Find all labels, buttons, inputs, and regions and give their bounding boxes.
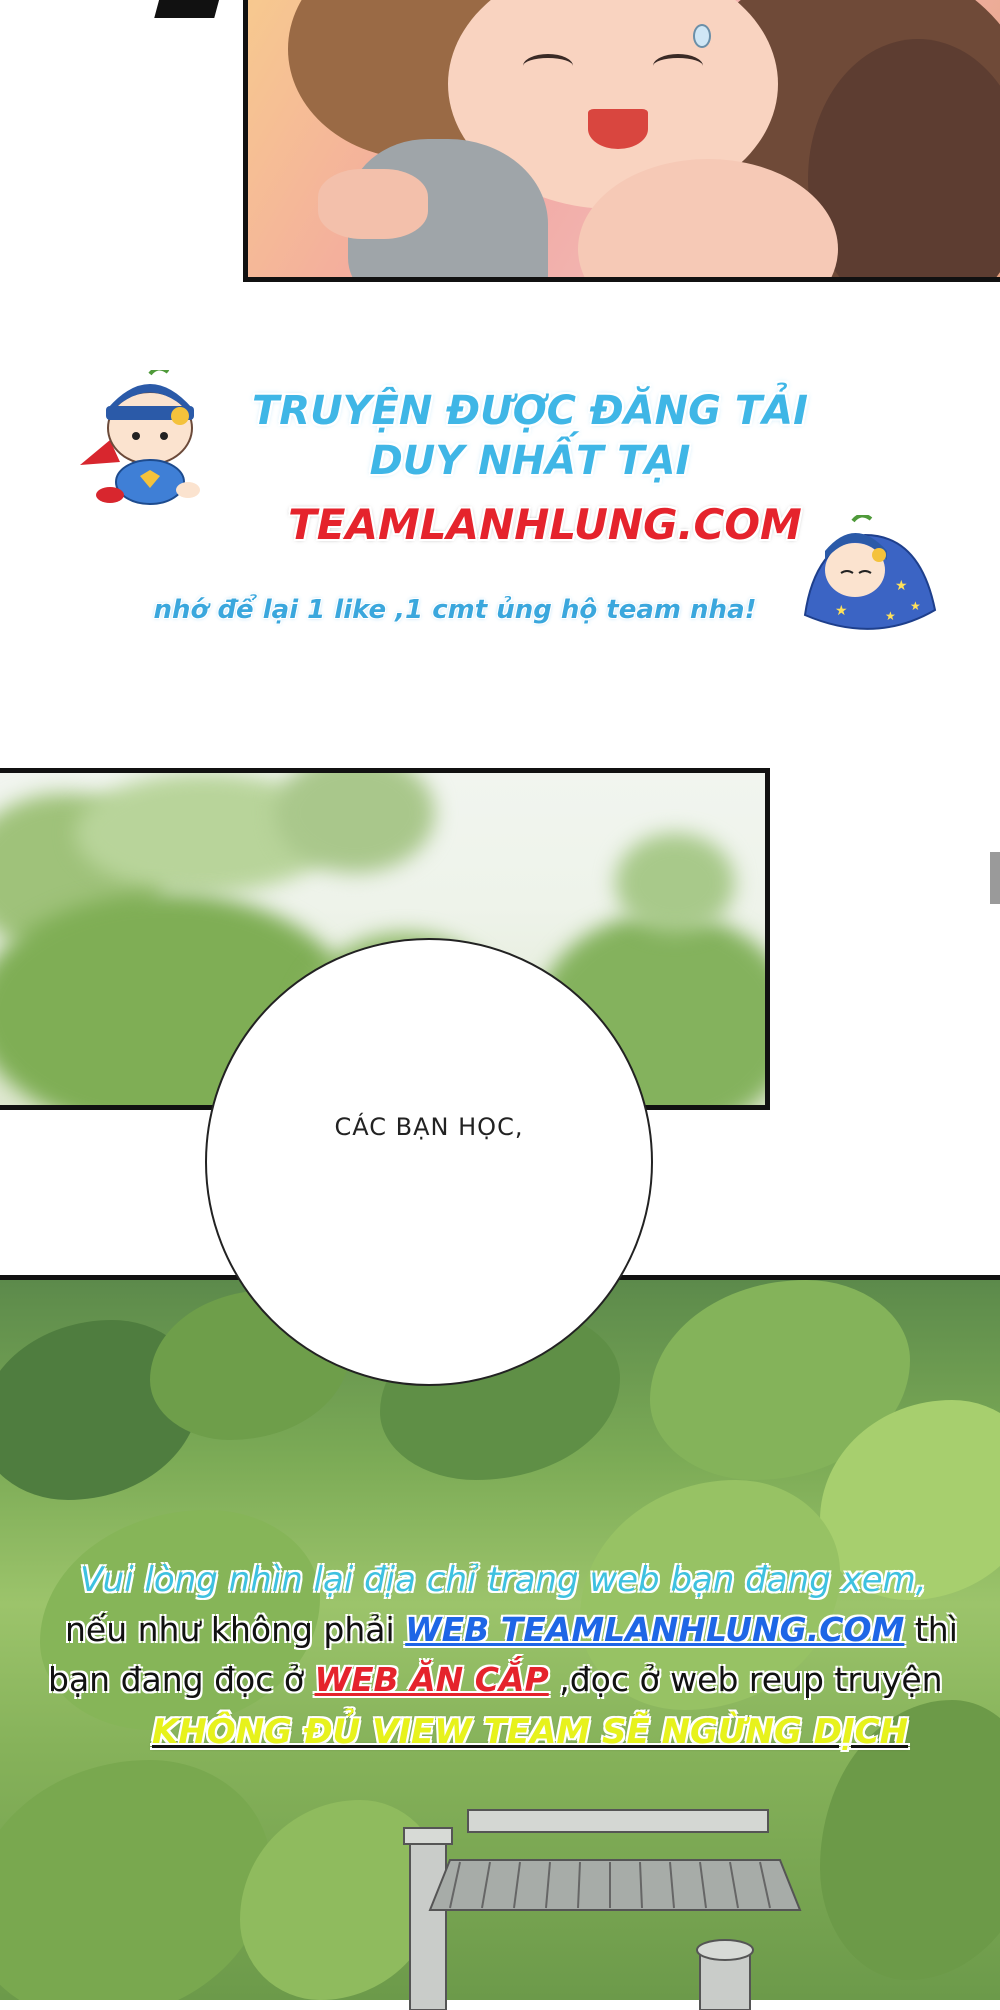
credit-site-link[interactable]: TEAMLANHLUNG.COM <box>275 500 815 549</box>
svg-text:★: ★ <box>895 578 908 594</box>
foliage-shape <box>0 1760 270 2000</box>
stone-gate-illustration <box>403 1809 802 2010</box>
hand-shape <box>318 169 428 239</box>
notice-line-2-suffix: thì <box>904 1610 958 1649</box>
stolen-site-label: WEB ĂN CẮP <box>314 1660 549 1699</box>
notice-line-3-suffix: ,đọc ở web reup truyện <box>548 1660 943 1699</box>
foliage-shape <box>615 833 735 933</box>
closed-eye-icon <box>653 54 703 78</box>
open-mouth-shape <box>588 109 648 149</box>
chibi-superhero-mascot-icon <box>80 370 200 505</box>
credit-note: nhớ để lại 1 like ,1 cmt ủng hộ team nha… <box>153 595 757 625</box>
credit-line-1: TRUYỆN ĐƯỢC ĐĂNG TẢI <box>252 388 808 434</box>
comic-panel-character <box>243 0 1000 282</box>
scanlation-credit-block: TRUYỆN ĐƯỢC ĐĂNG TẢI DUY NHẤT TẠI TEAMLA… <box>80 350 960 650</box>
notice-line-1: Vui lòng nhìn lại địa chỉ trang web bạn … <box>80 1560 927 1600</box>
notice-line-3-prefix: bạn đang đọc ở <box>48 1660 315 1699</box>
svg-text:★: ★ <box>835 603 848 619</box>
official-site-link[interactable]: WEB TEAMLANHLUNG.COM <box>405 1610 904 1649</box>
reup-warning-notice: Vui lòng nhìn lại địa chỉ trang web bạn … <box>0 1550 1000 1752</box>
notice-line-4: KHÔNG ĐỦ VIEW TEAM SẼ NGỪNG DỊCH <box>152 1712 909 1752</box>
svg-text:★: ★ <box>910 599 921 613</box>
chibi-sleeping-mascot-icon: ★ ★ ★ ★ <box>803 515 937 630</box>
svg-text:★: ★ <box>885 609 896 623</box>
notice-line-2: nếu như không phải WEB TEAMLANHLUNG.COM … <box>65 1610 958 1649</box>
speech-bubble: CÁC BẠN HỌC, <box>205 938 653 1386</box>
notice-line-2-prefix: nếu như không phải <box>65 1610 406 1649</box>
speech-text: CÁC BẠN HỌC, <box>334 1113 524 1141</box>
notice-line-3: bạn đang đọc ở WEB ĂN CẮP ,đọc ở web reu… <box>48 1660 943 1699</box>
sweat-drop-icon <box>693 24 711 48</box>
scroll-nub[interactable] <box>990 852 1000 904</box>
closed-eye-icon <box>523 54 573 78</box>
sfx-fragment <box>154 0 222 18</box>
credit-line-2: DUY NHẤT TẠI <box>369 438 691 484</box>
